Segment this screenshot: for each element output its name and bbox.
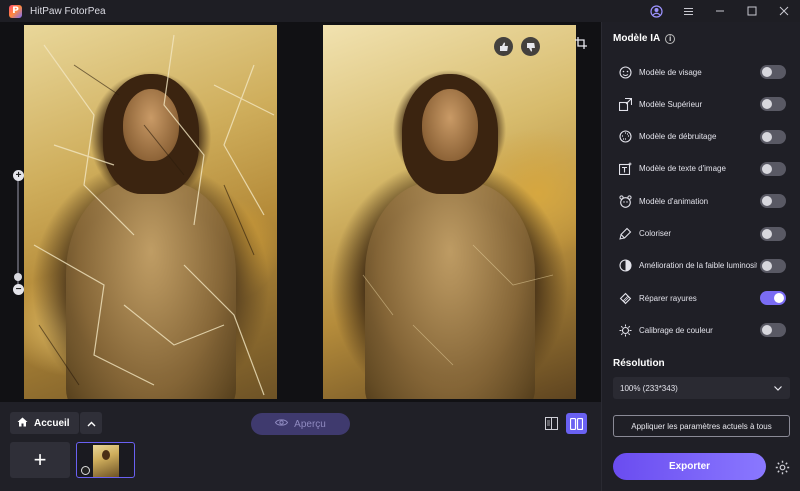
zoom-out-icon[interactable]: − [13,284,24,295]
model-toggle[interactable] [760,65,786,79]
resolution-select[interactable]: 100% (233*343) [613,377,790,399]
model-label: Calibrage de couleur [639,325,713,335]
model-toggle[interactable] [760,323,786,338]
model-label: Réparer rayures [639,293,697,303]
image-thumbnail[interactable] [76,442,135,478]
face-icon [618,65,632,79]
model-label: Amélioration de la faible luminosité [639,261,757,271]
animation-icon [618,194,632,208]
account-icon[interactable] [640,0,672,22]
chevron-down-icon [774,384,782,393]
model-row-colorize[interactable]: Coloriser [618,224,786,244]
color-calibration-icon [618,323,632,337]
home-icon [17,417,28,430]
model-toggle[interactable] [760,291,786,306]
model-toggle[interactable] [760,97,786,112]
close-icon[interactable] [768,0,800,22]
window-controls [640,0,800,22]
preview-button[interactable]: Aperçu [251,413,350,435]
model-row-color-calibration[interactable]: Calibrage de couleur [618,320,786,340]
menu-icon[interactable] [672,0,704,22]
minimize-icon[interactable] [704,0,736,22]
thumbs-up-icon[interactable] [494,37,513,56]
model-label: Modèle de visage [639,67,702,77]
processing-status-icon [81,466,90,475]
model-row-animation[interactable]: Modèle d'animation [618,191,786,211]
thumbnail-image [93,445,119,477]
chevron-up-icon [87,414,96,432]
apply-all-button[interactable]: Appliquer les paramètres actuels à tous [613,415,790,437]
model-row-face[interactable]: Modèle de visage [618,62,786,82]
expand-up-button[interactable] [80,412,102,434]
enhanced-image [323,25,576,399]
model-label: Coloriser [639,229,672,238]
model-label: Modèle de débruitage [639,132,717,142]
maximize-icon[interactable] [736,0,768,22]
model-toggle[interactable] [760,129,786,144]
zoom-slider-handle[interactable] [14,273,22,281]
add-image-button[interactable]: + [10,442,70,478]
low-light-icon [618,259,632,273]
model-toggle[interactable] [760,161,786,176]
model-row-low-light[interactable]: Amélioration de la faible luminosité [618,256,786,276]
model-row-text-image[interactable]: Modèle de texte d'image [618,159,786,179]
app-title: HitPaw FotorPea [30,5,106,17]
model-label: Modèle de texte d'image [639,164,726,174]
bottom-bar: Accueil Aperçu + [0,402,601,491]
export-button[interactable]: Exporter [613,453,766,480]
gear-icon[interactable] [774,459,790,475]
denoise-icon [618,130,632,144]
crop-icon[interactable] [572,34,590,52]
model-row-scratch-repair[interactable]: Réparer rayures [618,288,786,308]
model-toggle[interactable] [760,194,786,209]
settings-panel: Modèle IA i Modèle de visage Modèle Supér… [601,22,800,491]
upscale-icon [618,97,632,111]
thumbs-down-icon[interactable] [521,37,540,56]
scratch-repair-icon [618,291,632,305]
eye-icon [275,418,289,430]
app-logo-icon: P [9,4,22,18]
resolution-title: Résolution [613,358,665,369]
model-label: Modèle Supérieur [639,99,703,109]
text-image-icon [618,162,632,176]
zoom-in-icon[interactable]: + [13,170,24,181]
original-image [24,25,277,399]
title-bar: P HitPaw FotorPea [0,0,800,22]
preview-label: Aperçu [294,418,326,430]
colorize-icon [618,227,632,241]
model-row-denoise[interactable]: Modèle de débruitage [618,127,786,147]
home-label: Accueil [34,417,70,429]
model-row-upscale[interactable]: Modèle Supérieur [618,94,786,114]
resolution-value: 100% (233*343) [620,383,678,393]
model-toggle[interactable] [760,226,786,241]
model-toggle[interactable] [760,258,786,273]
panel-title: Modèle IA i [613,33,676,44]
image-viewer[interactable]: + − [0,22,601,402]
feedback-tools [494,37,540,56]
info-icon[interactable]: i [665,33,676,44]
model-label: Modèle d'animation [639,196,709,206]
single-view-icon[interactable] [541,413,561,433]
split-view-icon[interactable] [566,413,587,434]
home-button[interactable]: Accueil [10,412,79,434]
